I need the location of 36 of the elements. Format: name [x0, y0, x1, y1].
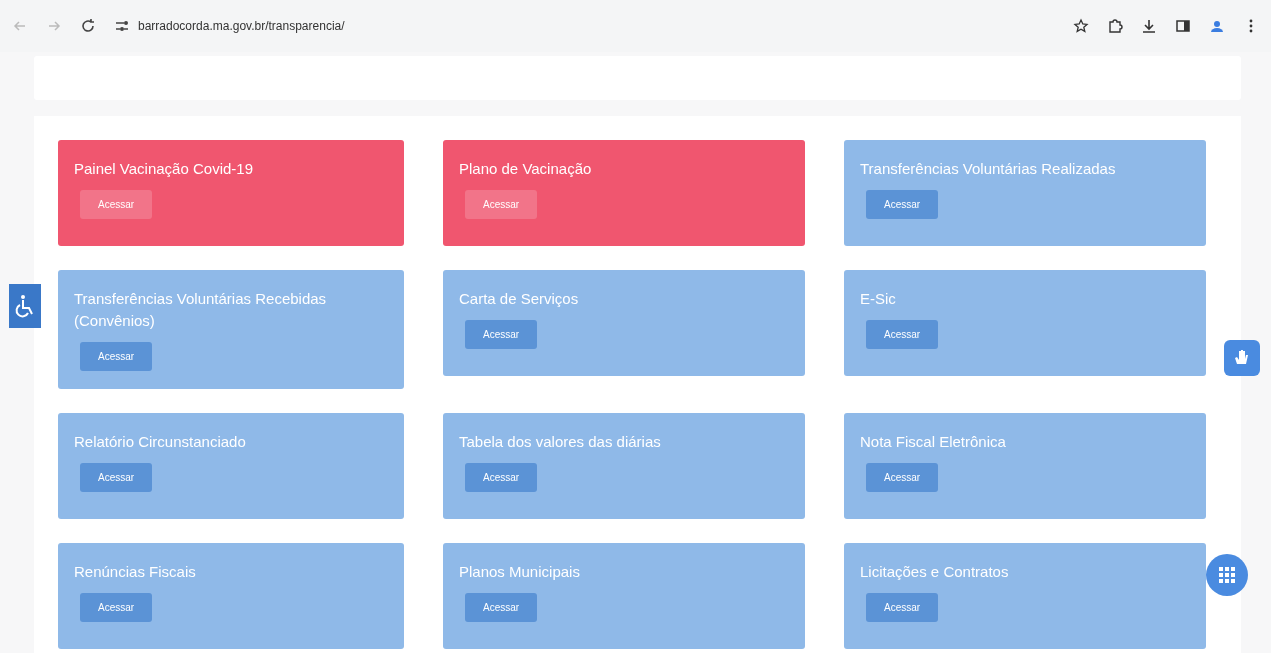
reload-icon[interactable] — [80, 18, 96, 34]
star-icon[interactable] — [1073, 18, 1089, 34]
access-button[interactable]: Acessar — [866, 190, 939, 219]
card-title: Renúncias Fiscais — [74, 562, 197, 582]
card-title: Transferências Voluntárias Recebidas (Convênios) — [74, 289, 328, 331]
card-title: Transferências Voluntárias Realizadas — [860, 159, 1117, 179]
card-title: Tabela dos valores das diárias — [459, 432, 662, 452]
access-button[interactable]: Acessar — [465, 463, 538, 492]
access-button[interactable]: Acessar — [866, 463, 939, 492]
grid-icon — [1218, 566, 1236, 584]
access-button[interactable]: Acessar — [80, 463, 153, 492]
card-title: E-Sic — [860, 289, 897, 309]
access-button[interactable]: Acessar — [80, 342, 153, 371]
download-icon[interactable] — [1141, 18, 1157, 34]
access-button[interactable]: Acessar — [80, 190, 153, 219]
wheelchair-icon — [14, 294, 36, 318]
card-title: Plano de Vacinação — [459, 159, 593, 179]
card-title: Carta de Serviços — [459, 289, 580, 309]
puzzle-icon[interactable] — [1107, 18, 1123, 34]
access-button[interactable]: Acessar — [866, 593, 939, 622]
access-button[interactable]: Acessar — [465, 190, 538, 219]
access-button[interactable]: Acessar — [80, 593, 153, 622]
card-title: Nota Fiscal Eletrônica — [860, 432, 1007, 452]
card-title: Relatório Circunstanciado — [74, 432, 247, 452]
address-bar[interactable]: barradocorda.ma.gov.br/transparencia/ — [138, 19, 345, 33]
site-settings-icon[interactable] — [114, 18, 130, 34]
accessibility-button[interactable] — [9, 284, 41, 328]
card-title: Licitações e Contratos — [860, 562, 1010, 582]
access-button[interactable]: Acessar — [465, 320, 538, 349]
sign-language-button[interactable] — [1224, 340, 1260, 376]
profile-icon[interactable] — [1209, 18, 1225, 34]
access-button[interactable]: Acessar — [465, 593, 538, 622]
card-title: Painel Vacinação Covid-19 — [74, 159, 254, 179]
access-button[interactable]: Acessar — [866, 320, 939, 349]
side-panel-icon[interactable] — [1175, 18, 1191, 34]
card-title: Planos Municipais — [459, 562, 581, 582]
